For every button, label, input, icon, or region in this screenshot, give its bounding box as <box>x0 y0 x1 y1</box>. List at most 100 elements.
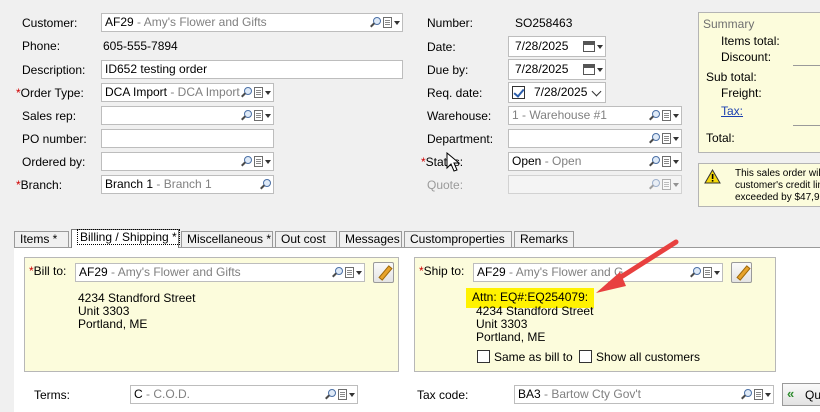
terms-desc: - C.O.D. <box>142 387 191 401</box>
document-icon[interactable] <box>754 389 763 400</box>
chevron-down-icon[interactable] <box>591 86 602 96</box>
warehouse-field[interactable]: 1 - Warehouse #1 <box>508 106 682 125</box>
dropdown-arrow-icon[interactable] <box>265 159 271 164</box>
order-type-label: *Order Type: <box>16 86 84 100</box>
search-icon[interactable] <box>241 156 252 167</box>
search-icon[interactable] <box>241 110 252 121</box>
tax-link[interactable]: Tax: <box>721 104 743 118</box>
search-icon[interactable] <box>370 17 381 28</box>
document-icon[interactable] <box>662 156 671 167</box>
document-icon[interactable] <box>254 156 263 167</box>
tab-custom-properties[interactable]: Customproperties <box>404 231 512 247</box>
bill-address-line-3: Portland, ME <box>78 317 148 331</box>
dropdown-arrow-icon[interactable] <box>673 159 679 164</box>
customer-code: AF29 <box>105 15 134 29</box>
terms-field[interactable]: C - C.O.D. <box>130 385 358 404</box>
document-icon[interactable] <box>254 87 263 98</box>
department-field[interactable] <box>508 129 682 148</box>
due-date-picker[interactable]: 7/28/2025 <box>508 59 606 80</box>
dropdown-arrow-icon[interactable] <box>394 20 400 25</box>
dropdown-arrow-icon[interactable] <box>265 113 271 118</box>
document-icon[interactable] <box>254 110 263 121</box>
req-date-value: 7/28/2025 <box>534 85 588 99</box>
tax-code-field[interactable]: BA3 - Bartow Cty Gov't <box>514 385 774 404</box>
document-icon[interactable] <box>662 133 671 144</box>
search-icon[interactable] <box>690 267 701 278</box>
status-field[interactable]: Open - Open <box>508 152 682 171</box>
tab-miscellaneous-label: Miscellaneous * <box>187 232 272 246</box>
tax-code-value: BA3 <box>518 387 541 401</box>
dropdown-arrow-icon[interactable] <box>714 270 720 275</box>
summary-panel: Summary Items total: Discount: Sub total… <box>698 12 820 153</box>
ship-to-label-text: Ship to: <box>423 264 465 278</box>
show-all-customers-checkbox[interactable] <box>579 350 592 363</box>
search-icon[interactable] <box>241 87 252 98</box>
bill-to-code: AF29 <box>79 265 108 279</box>
sales-rep-label: Sales rep: <box>22 109 77 123</box>
tab-out-cost[interactable]: Out cost <box>275 231 337 247</box>
dropdown-arrow-icon[interactable] <box>673 113 679 118</box>
same-as-bill-label: Same as bill to <box>494 350 573 364</box>
warehouse-code: 1 <box>512 108 519 122</box>
description-input[interactable]: ID652 testing order <box>101 60 403 79</box>
edit-ship-to-button[interactable] <box>731 262 752 283</box>
tab-messages-label: Messages <box>345 232 400 246</box>
date-picker[interactable]: 7/28/2025 <box>508 36 606 57</box>
document-icon[interactable] <box>703 267 712 278</box>
dropdown-arrow-icon[interactable] <box>265 90 271 95</box>
bill-to-field[interactable]: AF29 - Amy's Flower and Gifts <box>75 263 365 282</box>
po-number-input[interactable] <box>101 129 274 148</box>
branch-field[interactable]: Branch 1 - Branch 1 <box>101 175 274 194</box>
terms-code: C <box>134 387 143 401</box>
search-icon[interactable] <box>325 389 336 400</box>
dropdown-arrow-icon[interactable] <box>673 136 679 141</box>
search-icon[interactable] <box>649 156 660 167</box>
req-date-checkbox[interactable] <box>512 86 525 99</box>
quick-button-label: Qu <box>805 388 820 402</box>
order-type-field[interactable]: DCA Import - DCA Import <box>101 83 274 102</box>
ship-to-code: AF29 <box>477 265 506 279</box>
tab-items[interactable]: Items * <box>14 231 69 247</box>
calendar-icon[interactable] <box>583 64 595 75</box>
freight-label: Freight: <box>721 86 762 100</box>
tab-miscellaneous[interactable]: Miscellaneous * <box>181 231 273 247</box>
document-icon[interactable] <box>662 110 671 121</box>
bill-address-line-2: Unit 3303 <box>78 304 130 318</box>
search-icon[interactable] <box>741 389 752 400</box>
total-label: Total: <box>706 131 735 145</box>
tab-remarks-label: Remarks <box>520 232 569 246</box>
calendar-icon[interactable] <box>583 41 595 52</box>
po-number-label: PO number: <box>22 132 87 146</box>
search-icon[interactable] <box>260 179 271 190</box>
branch-code: Branch 1 <box>105 177 154 191</box>
dropdown-arrow-icon[interactable] <box>349 392 355 397</box>
dropdown-arrow-icon[interactable] <box>765 392 771 397</box>
document-icon[interactable] <box>345 267 354 278</box>
search-icon[interactable] <box>649 133 660 144</box>
tab-messages[interactable]: Messages <box>339 231 402 247</box>
document-icon[interactable] <box>338 389 347 400</box>
quick-button[interactable]: « Qu <box>782 383 820 406</box>
search-icon[interactable] <box>649 110 660 121</box>
items-total-label: Items total: <box>721 34 780 48</box>
credit-limit-warning: This sales order will c customer's credi… <box>698 163 820 207</box>
ordered-by-field[interactable] <box>101 152 274 171</box>
req-date-picker[interactable]: 7/28/2025 <box>508 82 606 103</box>
document-icon[interactable] <box>383 17 392 28</box>
divider <box>793 125 820 126</box>
quote-label: Quote: <box>427 178 464 192</box>
search-icon[interactable] <box>332 267 343 278</box>
sales-rep-field[interactable] <box>101 106 274 125</box>
phone-label: Phone: <box>22 39 61 53</box>
dropdown-arrow-icon[interactable] <box>356 270 362 275</box>
edit-bill-to-button[interactable] <box>373 262 394 283</box>
customer-field[interactable]: AF29 - Amy's Flower and Gifts <box>101 13 403 32</box>
tab-billing-shipping[interactable]: Billing / Shipping * <box>71 229 180 248</box>
same-as-bill-checkbox[interactable] <box>477 350 490 363</box>
dropdown-arrow-icon[interactable] <box>597 44 603 49</box>
search-icon <box>649 179 660 190</box>
dropdown-arrow-icon[interactable] <box>597 67 603 72</box>
tab-remarks[interactable]: Remarks <box>514 231 574 247</box>
divider <box>793 65 820 66</box>
department-label: Department: <box>427 132 494 146</box>
